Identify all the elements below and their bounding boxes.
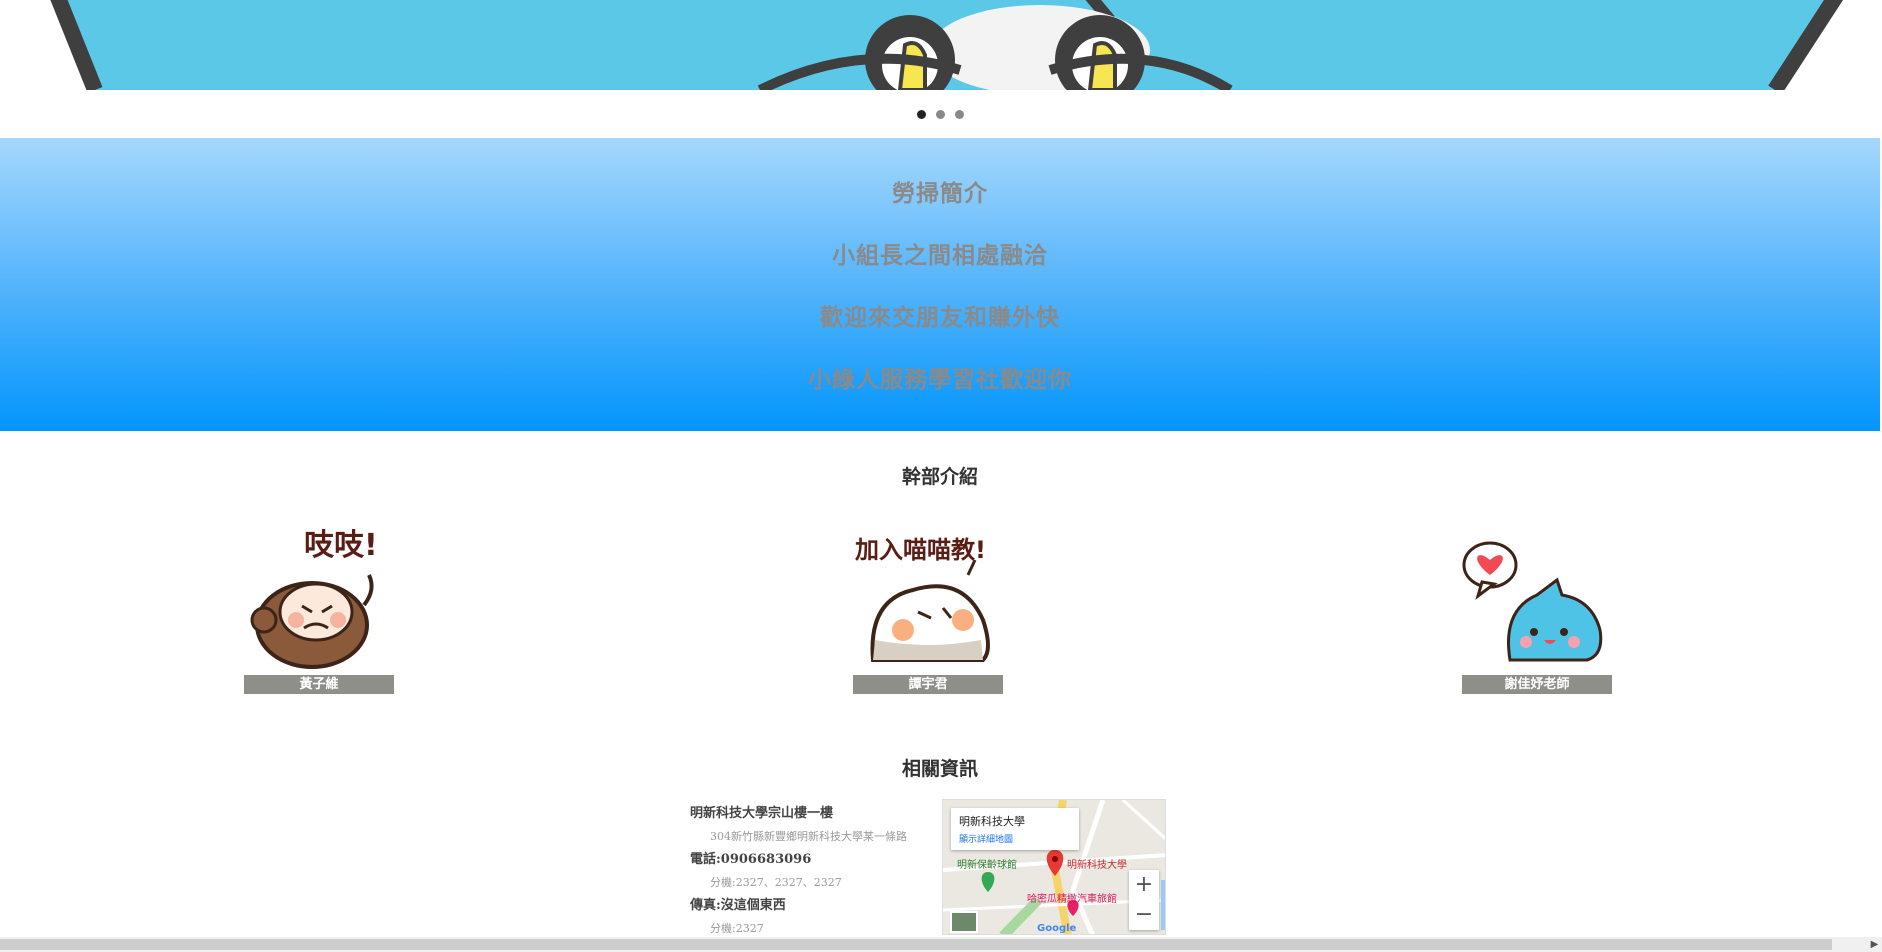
member-name: 黃子維 — [244, 675, 394, 694]
map-zoom-controls: + − — [1129, 870, 1159, 930]
address-detail: 304新竹縣新豐鄉明新科技大學某一條路 — [710, 830, 907, 843]
horizontal-scrollbar[interactable]: ▶ — [0, 937, 1882, 952]
carousel-dot-3[interactable] — [954, 110, 964, 119]
map-place-card: 明新科技大學 顯示詳細地圖 — [951, 808, 1079, 850]
map-label: 哈密瓜精緻汽車旅館 — [1027, 894, 1117, 905]
sticker-text: 吱吱! — [304, 528, 378, 563]
map-place-title: 明新科技大學 — [959, 815, 1025, 828]
map-label: 明新保齡球館 — [957, 860, 1017, 871]
scrollbar-thumb[interactable] — [0, 939, 1832, 950]
zoom-in-button[interactable]: + — [1129, 870, 1159, 900]
related-section-title: 相關資訊 — [901, 758, 978, 780]
intro-title: 勞掃簡介 — [892, 181, 988, 207]
embedded-map[interactable]: 明新科技大學 顯示詳細地圖 明新保齡球館 明新科技大學 哈密瓜精緻汽車旅館 Go… — [942, 799, 1166, 935]
member-card: 加入喵喵教! 譚宇君 — [853, 520, 1003, 694]
intro-line: 小組長之間相處融洽 — [832, 243, 1048, 269]
carousel-dot-2[interactable] — [935, 110, 945, 119]
fax: 傳真:沒這個東西 — [690, 898, 786, 913]
google-logo: Google — [1037, 923, 1077, 934]
scroll-right-arrow-icon[interactable]: ▶ — [1867, 937, 1882, 952]
member-card: 謝佳妤老師 — [1462, 520, 1612, 694]
intro-line: 歡迎來交朋友和賺外快 — [820, 305, 1060, 331]
sticker-text: 加入喵喵教! — [855, 536, 986, 564]
cat-sticker-image: 加入喵喵教! — [855, 536, 990, 662]
hero-image — [50, 0, 1844, 90]
member-card: 吱吱! 黃子維 — [244, 520, 394, 694]
contact-info: 明新科技大學宗山樓一樓 304新竹縣新豐鄉明新科技大學某一條路 電話:09066… — [690, 802, 930, 940]
cadre-section-title: 幹部介紹 — [901, 466, 978, 488]
zoom-out-button[interactable]: − — [1129, 900, 1159, 930]
monkey-sticker-image: 吱吱! — [250, 528, 378, 669]
phone-extension: 分機:2327、2327、2327 — [710, 876, 842, 889]
address-title: 明新科技大學宗山樓一樓 — [690, 806, 834, 821]
map-larger-link[interactable]: 顯示詳細地圖 — [959, 832, 1071, 845]
blue-cat-sticker-image — [1462, 541, 1603, 662]
phone: 電話:0906683096 — [690, 852, 812, 867]
carousel-indicators — [0, 110, 1880, 119]
member-name: 譚宇君 — [853, 675, 1003, 694]
intro-section: 勞掃簡介 小組長之間相處融洽 歡迎來交朋友和賺外快 小綠人服務學習社歡迎你 — [0, 138, 1880, 431]
page: 勞掃簡介 小組長之間相處融洽 歡迎來交朋友和賺外快 小綠人服務學習社歡迎你 幹部… — [0, 0, 1882, 952]
member-name: 謝佳妤老師 — [1462, 675, 1612, 694]
hero-banner — [0, 0, 1880, 90]
carousel-dot-1[interactable] — [916, 110, 926, 119]
map-label: 明新科技大學 — [1067, 860, 1127, 871]
intro-line: 小綠人服務學習社歡迎你 — [808, 367, 1072, 393]
